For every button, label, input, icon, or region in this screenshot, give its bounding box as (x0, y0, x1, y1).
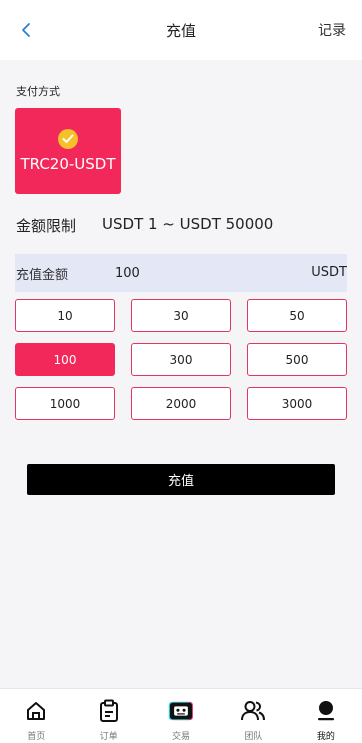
robot-icon (168, 698, 194, 724)
top-bar: 充值 记录 (0, 0, 362, 60)
tab-clipboard[interactable]: 订单 (72, 689, 144, 743)
record-link[interactable]: 记录 (318, 20, 346, 40)
check-icon (58, 129, 78, 149)
amount-option-button[interactable]: 300 (131, 343, 231, 376)
amount-field-row: 充值金额 USDT (15, 254, 347, 292)
amount-limit: 金额限制 USDT 1 ~ USDT 50000 (16, 215, 273, 236)
bottom-tab-bar: 首页 订单 交易 团队 我的 (0, 688, 362, 743)
amount-label: 充值金额 (16, 267, 69, 283)
home-icon (23, 698, 49, 724)
tab-label: 我的 (316, 732, 335, 742)
amount-option-button[interactable]: 3000 (247, 387, 347, 420)
tab-user[interactable]: 我的 (290, 689, 362, 743)
user-icon (313, 698, 339, 724)
amount-option-button[interactable]: 30 (131, 299, 231, 332)
amount-limit-label: 金额限制 (16, 217, 77, 235)
amount-option-button[interactable]: 50 (247, 299, 347, 332)
submit-button[interactable]: 充值 (27, 464, 335, 495)
chevron-left-icon (22, 23, 30, 37)
amount-input[interactable] (115, 263, 295, 283)
payment-method-label: 支付方式 (16, 85, 60, 98)
amount-option-button[interactable]: 500 (247, 343, 347, 376)
tab-users[interactable]: 团队 (217, 689, 289, 743)
amount-option-button[interactable]: 10 (15, 299, 115, 332)
tab-label: 订单 (99, 732, 118, 742)
clipboard-icon (96, 698, 122, 724)
amount-limit-range: USDT 1 ~ USDT 50000 (102, 215, 274, 233)
tab-label: 交易 (172, 732, 191, 742)
payment-method-card[interactable]: TRC20-USDT (15, 108, 121, 194)
tab-robot[interactable]: 交易 (145, 689, 217, 743)
users-icon (240, 698, 266, 724)
page-title: 充值 (165, 21, 196, 40)
amount-options-grid: 10 30 50 100 300 500 1000 2000 3000 (15, 299, 347, 420)
tab-home[interactable]: 首页 (0, 689, 72, 743)
amount-unit: USDT (311, 265, 347, 280)
back-button[interactable] (14, 18, 38, 42)
amount-option-button[interactable]: 100 (15, 343, 115, 376)
amount-option-button[interactable]: 1000 (15, 387, 115, 420)
amount-option-button[interactable]: 2000 (131, 387, 231, 420)
tab-label: 首页 (27, 732, 46, 742)
tab-label: 团队 (244, 732, 263, 742)
payment-method-name: TRC20-USDT (20, 155, 116, 173)
